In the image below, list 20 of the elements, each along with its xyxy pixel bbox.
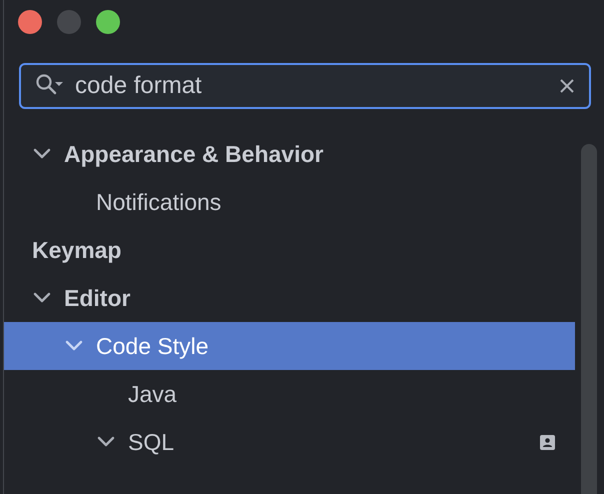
tree-item[interactable]: Java: [4, 370, 575, 418]
tree-label: Java: [128, 380, 177, 408]
tree-label: Editor: [64, 284, 130, 312]
tree-item[interactable]: Code Style: [4, 322, 575, 370]
tree-item[interactable]: Appearance & Behavior: [4, 130, 575, 178]
search-input[interactable]: code format: [75, 72, 549, 100]
tree-item[interactable]: Keymap: [4, 226, 575, 274]
tree-label: Appearance & Behavior: [64, 140, 324, 168]
tree-item[interactable]: SQL: [4, 418, 575, 466]
search-field[interactable]: code format: [19, 63, 591, 109]
close-button[interactable]: [18, 10, 42, 34]
zoom-button[interactable]: [96, 10, 120, 34]
tree-item[interactable]: Editor: [4, 274, 575, 322]
tree-item[interactable]: Notifications: [4, 178, 575, 226]
tree-label: SQL: [128, 428, 174, 456]
tree-label: Keymap: [32, 236, 122, 264]
scrollbar[interactable]: [581, 144, 597, 494]
tree-label: Notifications: [96, 188, 222, 216]
tree-label: Code Style: [96, 332, 209, 360]
close-icon[interactable]: [559, 78, 575, 94]
